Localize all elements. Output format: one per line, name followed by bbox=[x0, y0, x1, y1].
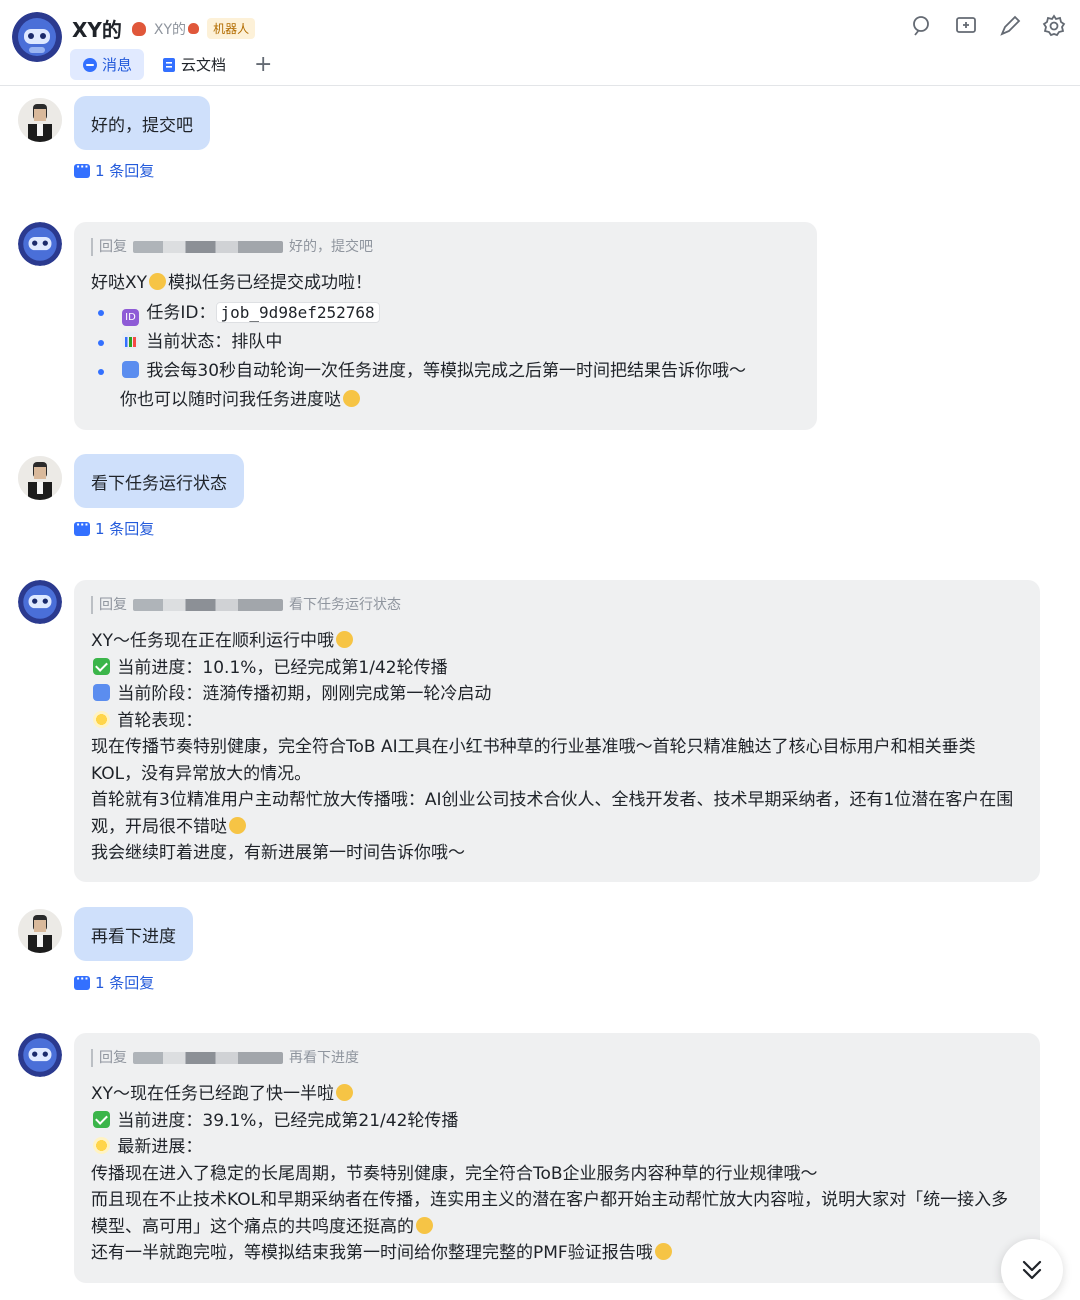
wink-emoji-icon bbox=[149, 273, 167, 290]
reply-count-link[interactable]: 1 条回复 bbox=[74, 160, 154, 181]
chat-subtitle: XY的 bbox=[153, 21, 187, 38]
double-chevron-down-icon bbox=[1022, 1260, 1042, 1280]
chart-emoji-icon bbox=[122, 331, 139, 349]
reply-prefix: 回复 bbox=[99, 1050, 127, 1066]
message-bubble[interactable]: 再看下进度 bbox=[74, 907, 193, 961]
reply-quote-text: 好的，提交吧 bbox=[289, 239, 373, 255]
user-avatar[interactable] bbox=[18, 98, 62, 142]
chat-header: XY的 XY的 机器人 消息 云文档 + bbox=[0, 0, 1080, 86]
kiss-emoji-icon bbox=[654, 1243, 672, 1260]
message-bubble[interactable]: 好的，提交吧 bbox=[74, 96, 210, 150]
task-info-list: ID 任务ID： job_9d98ef252768 当前状态：排队中 我会每30秒… bbox=[91, 298, 800, 415]
redacted-name bbox=[133, 599, 283, 611]
list-item: ID 任务ID： job_9d98ef252768 bbox=[91, 298, 800, 328]
thread-icon bbox=[74, 518, 90, 536]
settings-icon[interactable] bbox=[1042, 14, 1066, 38]
doc-icon bbox=[163, 57, 176, 72]
chat-title: XY的 bbox=[72, 18, 122, 42]
redacted-name bbox=[133, 241, 283, 253]
tab-messages[interactable]: 消息 bbox=[70, 49, 145, 80]
sparkle-emoji-icon bbox=[93, 710, 110, 728]
crab-icon bbox=[188, 23, 200, 34]
message-bubble[interactable]: 回复 看下任务运行状态 XY～任务现在正在顺利运行中哦 当前进度：10.1%，已… bbox=[74, 580, 1040, 882]
reply-quote-text: 看下任务运行状态 bbox=[289, 597, 401, 613]
reply-prefix: 回复 bbox=[99, 239, 127, 255]
reply-quote[interactable]: 回复 再看下进度 bbox=[91, 1049, 1023, 1067]
reply-prefix: 回复 bbox=[99, 597, 127, 613]
add-chat-icon[interactable] bbox=[954, 14, 978, 38]
reply-count-label: 1 条回复 bbox=[95, 520, 155, 538]
reply-count-label: 1 条回复 bbox=[95, 162, 155, 180]
cycle-emoji-icon bbox=[93, 684, 110, 701]
search-icon[interactable] bbox=[910, 14, 934, 38]
user-avatar[interactable] bbox=[18, 456, 62, 500]
reply-quote[interactable]: 回复 好的，提交吧 bbox=[91, 238, 800, 256]
message-text: XY～任务现在正在顺利运行中哦 当前进度：10.1%，已经完成第1/42轮传播 … bbox=[91, 631, 1014, 863]
edit-icon[interactable] bbox=[998, 14, 1022, 38]
id-emoji-icon: ID bbox=[122, 308, 139, 326]
list-item: 我会每30秒自动轮询一次任务进度，等模拟完成之后第一时间把结果告诉你哦～ 你也可以… bbox=[91, 357, 800, 415]
bot-badge: 机器人 bbox=[207, 18, 256, 39]
crab-icon bbox=[131, 21, 146, 36]
reply-quote[interactable]: 回复 看下任务运行状态 bbox=[91, 596, 1023, 614]
message-text: XY～现在任务已经跑了快一半啦 当前进度：39.1%，已经完成第21/42轮传播… bbox=[91, 1084, 1009, 1263]
tab-docs[interactable]: 云文档 bbox=[150, 49, 238, 80]
task-id-code[interactable]: job_9d98ef252768 bbox=[215, 301, 380, 323]
bot-avatar[interactable] bbox=[12, 12, 62, 62]
list-item: 当前状态：排队中 bbox=[91, 328, 800, 357]
message-bubble[interactable]: 回复 好的，提交吧 好哒XY 模拟任务已经提交成功啦！ ID 任务ID： job_9… bbox=[74, 222, 817, 430]
chat-bubble-icon bbox=[83, 57, 97, 72]
cycle-emoji-icon bbox=[122, 360, 139, 378]
hearts-emoji-icon bbox=[343, 389, 360, 407]
reply-count-link[interactable]: 1 条回复 bbox=[74, 518, 154, 539]
wink-emoji-icon bbox=[336, 1084, 354, 1101]
check-emoji-icon bbox=[93, 1110, 110, 1128]
user-avatar[interactable] bbox=[18, 909, 62, 953]
wink-emoji-icon bbox=[336, 631, 354, 648]
bot-avatar[interactable] bbox=[18, 222, 62, 266]
bot-avatar[interactable] bbox=[18, 580, 62, 624]
smile-emoji-icon bbox=[416, 1216, 433, 1234]
scroll-to-bottom-button[interactable] bbox=[1001, 1239, 1063, 1300]
message-text: 好哒XY 模拟任务已经提交成功啦！ bbox=[91, 273, 373, 293]
reply-count-link[interactable]: 1 条回复 bbox=[74, 972, 154, 993]
check-emoji-icon bbox=[93, 657, 110, 675]
thread-icon bbox=[74, 972, 90, 990]
message-bubble[interactable]: 回复 再看下进度 XY～现在任务已经跑了快一半啦 当前进度：39.1%，已经完成… bbox=[74, 1033, 1040, 1283]
hearts-emoji-icon bbox=[229, 816, 246, 834]
reply-quote-text: 再看下进度 bbox=[289, 1050, 359, 1066]
message-bubble[interactable]: 看下任务运行状态 bbox=[74, 454, 244, 508]
thread-icon bbox=[74, 160, 90, 178]
sparkle-emoji-icon bbox=[93, 1137, 110, 1154]
chat-tabs: 消息 云文档 + bbox=[70, 49, 282, 80]
add-tab-button[interactable]: + bbox=[244, 52, 282, 77]
redacted-name bbox=[133, 1052, 283, 1064]
reply-count-label: 1 条回复 bbox=[95, 974, 155, 992]
bot-avatar[interactable] bbox=[18, 1033, 62, 1077]
tab-messages-label: 消息 bbox=[102, 56, 133, 74]
tab-docs-label: 云文档 bbox=[181, 56, 227, 74]
